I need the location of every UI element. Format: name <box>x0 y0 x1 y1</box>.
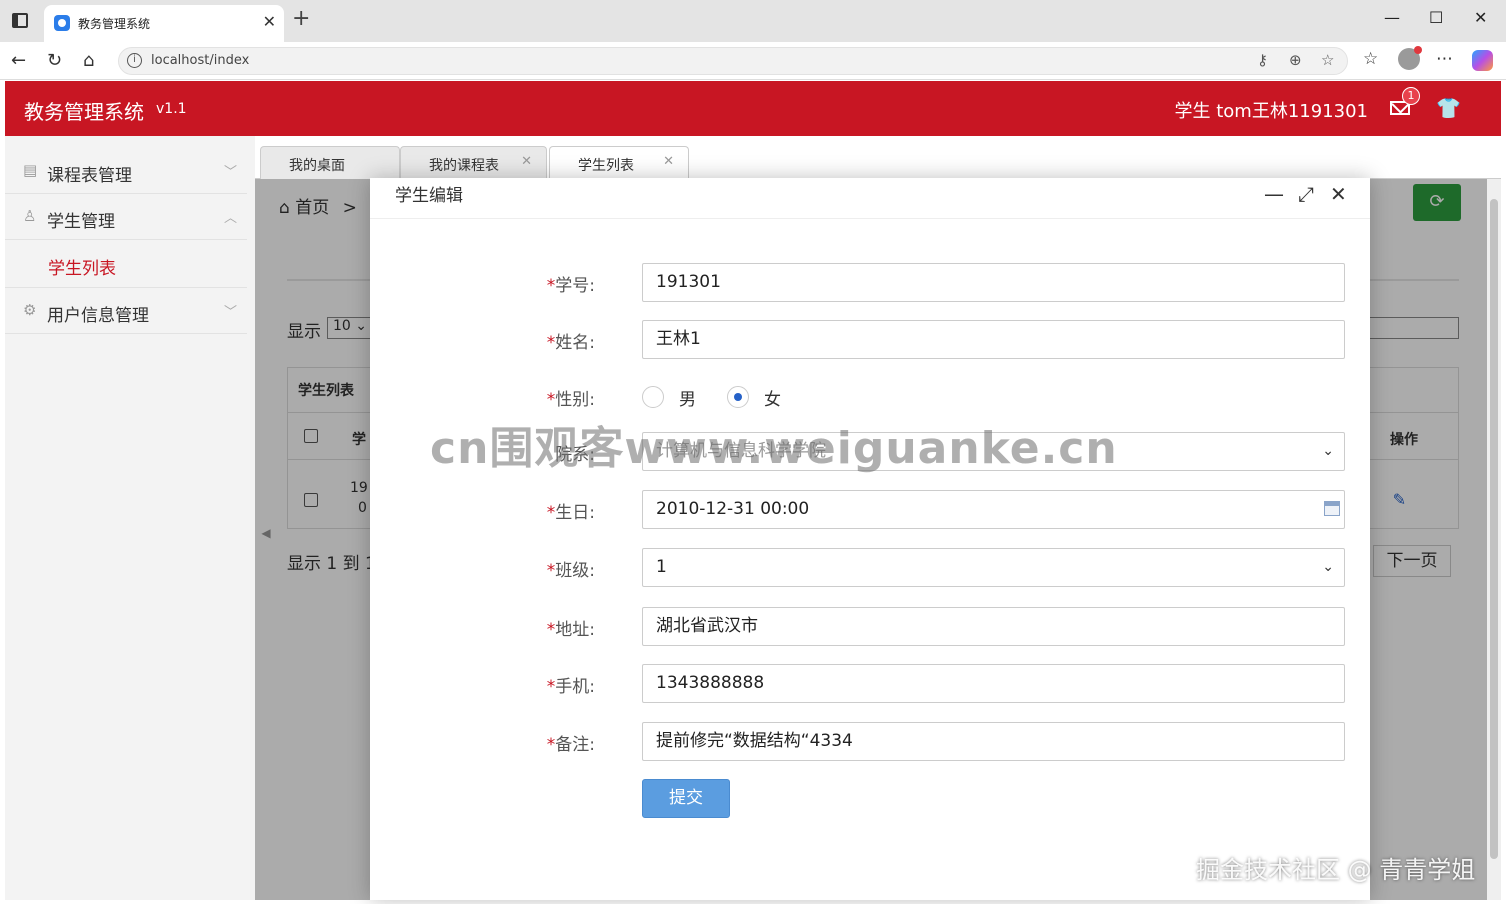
url-text[interactable]: localhost/index <box>151 53 249 68</box>
tab-actions-icon[interactable] <box>12 13 28 28</box>
name-input[interactable]: 王林1 <box>642 320 1345 359</box>
reload-icon[interactable]: ↻ <box>47 50 62 71</box>
gender-male-label[interactable]: 男 <box>679 385 696 410</box>
app-title: 教务管理系统 <box>24 100 144 124</box>
theme-shirt-icon[interactable]: 👕 <box>1436 96 1461 120</box>
tab-label: 我的课程表 <box>429 158 499 174</box>
field-label: *地址: <box>546 620 595 640</box>
site-info-icon[interactable]: i <box>127 53 142 68</box>
gear-icon: ⚙ <box>23 301 37 319</box>
gender-male-radio[interactable] <box>642 386 664 408</box>
back-icon[interactable]: ← <box>11 50 26 71</box>
current-user[interactable]: 学生 tom王林1191301 <box>1175 97 1369 123</box>
scrollbar-thumb[interactable] <box>1490 199 1498 859</box>
dialog-title: 学生编辑 <box>395 186 463 206</box>
scrollbar[interactable] <box>1487 179 1501 900</box>
zoom-icon[interactable]: ⊕ <box>1289 51 1302 69</box>
sidebar-item-schedule[interactable]: ▤ 课程表管理 ﹀ <box>5 148 247 194</box>
content-tabs: 我的桌面 我的课程表 ✕ 学生列表 ✕ <box>255 136 1501 180</box>
sidebar-subitem-student-list[interactable]: 学生列表 <box>5 242 247 288</box>
sidebar-item-students[interactable]: ♙ 学生管理 ︿ <box>5 194 247 240</box>
address-input[interactable]: 湖北省武汉市 <box>642 607 1345 646</box>
field-gender: *性别: 男 女 <box>370 377 1370 417</box>
sidebar-item-label: 课程表管理 <box>47 166 132 186</box>
birthday-value: 2010-12-31 00:00 <box>656 499 810 519</box>
maximize-dialog-icon[interactable]: ⤢ <box>1298 182 1314 206</box>
chevron-down-icon: ﹀ <box>223 165 237 180</box>
new-tab-icon[interactable]: + <box>292 6 310 31</box>
tab-label: 我的桌面 <box>289 158 345 174</box>
gender-female-radio[interactable] <box>727 386 749 408</box>
tab-desktop[interactable]: 我的桌面 <box>260 146 400 179</box>
maximize-window-icon[interactable]: ☐ <box>1429 8 1443 27</box>
browser-tab-title: 教务管理系统 <box>78 17 151 31</box>
sidebar: ▤ 课程表管理 ﹀ ♙ 学生管理 ︿ 学生列表 ⚙ 用户信息管理 ﹀ <box>5 136 255 900</box>
app-header: 教务管理系统 v1.1 学生 tom王林1191301 <box>5 81 1501 136</box>
corner-watermark: 掘金技术社区 @ 青青学姐 <box>1196 856 1476 884</box>
sidebar-subitem-label: 学生列表 <box>48 259 116 279</box>
chevron-down-icon: ⌄ <box>1322 559 1334 575</box>
close-window-icon[interactable]: ✕ <box>1474 8 1487 27</box>
profile-avatar-icon[interactable] <box>1398 46 1422 70</box>
field-label: *班级: <box>546 561 595 581</box>
close-tab-icon[interactable]: ✕ <box>663 154 674 169</box>
field-label: *姓名: <box>546 333 595 353</box>
remark-input[interactable]: 提前修完“数据结构“4334 <box>642 722 1345 761</box>
chevron-down-icon: ⌄ <box>1322 443 1334 459</box>
favorite-star-icon[interactable]: ☆ <box>1321 51 1334 69</box>
field-student-id: *学号: 191301 <box>370 263 1370 303</box>
field-phone: *手机: 1343888888 <box>370 664 1370 704</box>
tab-student-list[interactable]: 学生列表 ✕ <box>549 146 689 180</box>
center-watermark: cn围观客www.weiguanke.cn <box>430 423 1118 474</box>
minimize-window-icon[interactable]: — <box>1384 8 1400 27</box>
field-label: *手机: <box>546 677 595 697</box>
field-label: *学号: <box>546 276 595 296</box>
favicon-icon <box>54 15 70 31</box>
copilot-icon[interactable] <box>1472 50 1493 71</box>
field-name: *姓名: 王林1 <box>370 320 1370 360</box>
home-icon[interactable]: ⌂ <box>83 50 94 71</box>
mail-badge: 1 <box>1402 87 1420 105</box>
birthday-input[interactable]: 2010-12-31 00:00 <box>642 490 1345 529</box>
calendar-icon[interactable] <box>1324 501 1340 516</box>
student-edit-dialog: 学生编辑 — ⤢ ✕ *学号: 191301 *姓名: 王林1 *性别: 男 女… <box>370 178 1370 900</box>
dialog-header: 学生编辑 — ⤢ ✕ <box>370 178 1370 219</box>
sidebar-item-label: 用户信息管理 <box>47 306 149 326</box>
browser-tab[interactable]: 教务管理系统 ✕ <box>44 5 284 42</box>
app-version: v1.1 <box>156 101 187 117</box>
chevron-up-icon: ︿ <box>223 211 237 226</box>
class-value: 1 <box>656 557 667 577</box>
tab-label: 学生列表 <box>578 158 634 174</box>
student-id-input[interactable]: 191301 <box>642 263 1345 302</box>
phone-input[interactable]: 1343888888 <box>642 664 1345 703</box>
field-label: *生日: <box>546 503 595 523</box>
field-birthday: *生日: 2010-12-31 00:00 <box>370 490 1370 530</box>
close-dialog-icon[interactable]: ✕ <box>1330 182 1347 206</box>
field-remark: *备注: 提前修完“数据结构“4334 <box>370 722 1370 762</box>
minimize-dialog-icon[interactable]: — <box>1264 182 1284 206</box>
schedule-icon: ▤ <box>23 161 38 179</box>
browser-tabstrip: 教务管理系统 ✕ + — ☐ ✕ <box>0 0 1506 42</box>
address-toolbar: ← ↻ ⌂ i localhost/index ⚷ ⊕ ☆ <box>0 42 1506 80</box>
field-class: *班级: 1 ⌄ <box>370 548 1370 588</box>
field-label: *性别: <box>546 390 595 410</box>
address-bar[interactable]: i localhost/index ⚷ ⊕ ☆ <box>118 47 1348 75</box>
chevron-down-icon: ﹀ <box>223 305 237 320</box>
gender-female-label[interactable]: 女 <box>764 385 781 410</box>
sidebar-item-label: 学生管理 <box>47 212 115 232</box>
key-icon[interactable]: ⚷ <box>1257 51 1268 69</box>
field-address: *地址: 湖北省武汉市 <box>370 607 1370 647</box>
field-label: *备注: <box>546 735 595 755</box>
tab-my-schedule[interactable]: 我的课程表 ✕ <box>400 146 547 179</box>
favorites-icon[interactable]: ☆ <box>1363 49 1378 69</box>
user-icon: ♙ <box>23 207 37 225</box>
close-tab-icon[interactable]: ✕ <box>521 154 532 169</box>
class-select[interactable]: 1 ⌄ <box>642 548 1345 587</box>
sidebar-item-user-info[interactable]: ⚙ 用户信息管理 ﹀ <box>5 288 247 334</box>
close-tab-icon[interactable]: ✕ <box>263 12 276 31</box>
more-menu-icon[interactable]: ⋯ <box>1436 49 1453 69</box>
submit-button[interactable]: 提交 <box>642 779 730 818</box>
